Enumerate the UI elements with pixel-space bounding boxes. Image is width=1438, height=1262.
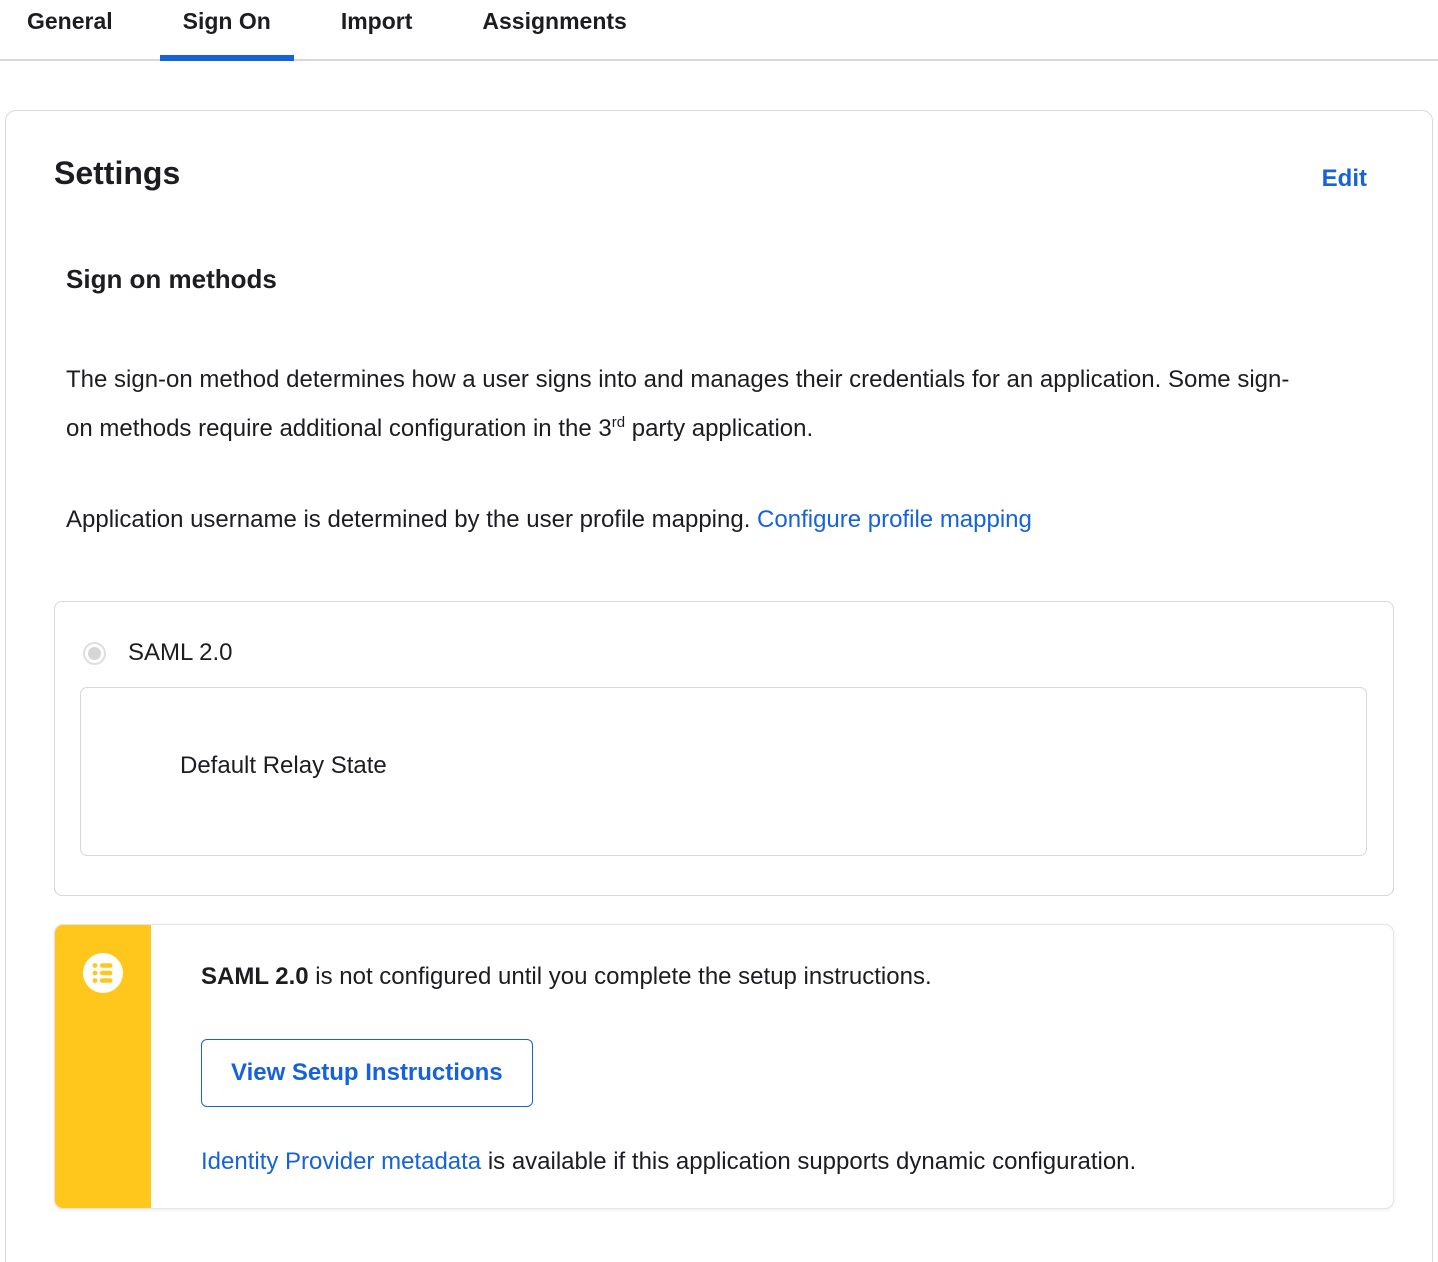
setup-warning-callout: SAML 2.0 is not configured until you com… [54, 924, 1394, 1209]
settings-card: Settings Edit Sign on methods The sign-o… [5, 110, 1433, 1262]
list-icon [83, 953, 123, 993]
sign-on-methods-heading: Sign on methods [66, 264, 277, 294]
settings-header: Settings Edit [54, 153, 1392, 193]
saml-radio-label: SAML 2.0 [128, 639, 233, 666]
saml-method-box: SAML 2.0 Default Relay State [54, 601, 1394, 896]
saml-radio-row: SAML 2.0 [83, 639, 1393, 667]
tab-assignments[interactable]: Assignments [459, 0, 649, 61]
warning-strip [55, 925, 151, 1208]
page-title: Settings [54, 155, 181, 191]
tab-general[interactable]: General [4, 0, 136, 61]
description-text-part2: party application. [625, 415, 814, 442]
configure-profile-mapping-link[interactable]: Configure profile mapping [757, 506, 1032, 533]
warning-method-name: SAML 2.0 [201, 963, 309, 990]
application-username-description: Application username is determined by th… [66, 495, 1306, 544]
default-relay-state-box: Default Relay State [80, 687, 1367, 856]
default-relay-state-label: Default Relay State [180, 752, 387, 779]
sign-on-method-description: The sign-on method determines how a user… [66, 355, 1306, 453]
view-setup-instructions-button[interactable]: View Setup Instructions [201, 1039, 533, 1107]
tab-import[interactable]: Import [318, 0, 436, 61]
tab-sign-on[interactable]: Sign On [159, 0, 294, 61]
sign-on-methods-section: Sign on methods The sign-on method deter… [54, 263, 1394, 1209]
tab-bar: General Sign On Import Assignments [0, 0, 1438, 61]
metadata-line: Identity Provider metadata is available … [201, 1147, 1393, 1177]
edit-link[interactable]: Edit [1322, 165, 1367, 193]
warning-body: SAML 2.0 is not configured until you com… [151, 925, 1393, 1208]
username-text: Application username is determined by th… [66, 506, 758, 533]
warning-text: SAML 2.0 is not configured until you com… [201, 962, 1393, 992]
identity-provider-metadata-link[interactable]: Identity Provider metadata [201, 1148, 481, 1175]
saml-radio-button[interactable] [83, 641, 106, 665]
warning-message: is not configured until you complete the… [308, 963, 932, 990]
metadata-message: is available if this application support… [481, 1148, 1137, 1175]
ordinal-superscript: rd [611, 414, 626, 431]
